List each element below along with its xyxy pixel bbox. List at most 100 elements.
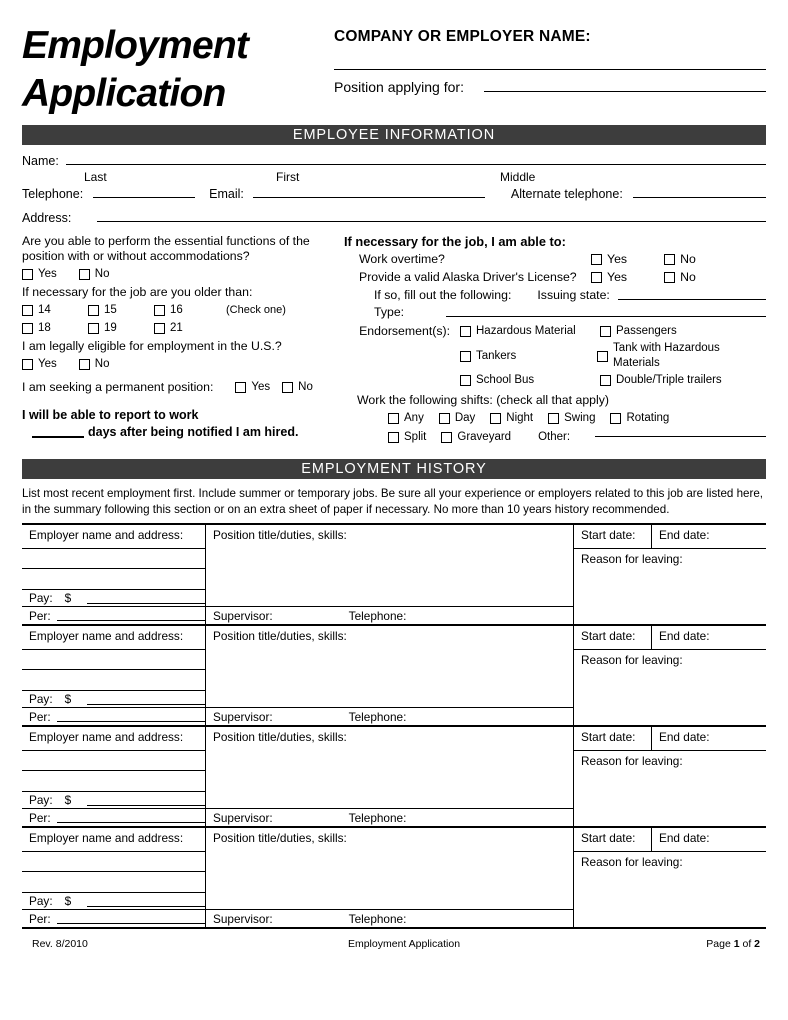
checkbox-shift-rotating[interactable] <box>610 413 622 424</box>
employer-line-1[interactable] <box>22 852 205 873</box>
shift-swing[interactable]: Swing <box>548 411 595 426</box>
start-date-label[interactable]: Start date: <box>574 626 652 649</box>
checkbox-essential-no[interactable] <box>78 269 90 280</box>
endorsement-passengers[interactable]: Passengers <box>600 324 740 339</box>
age-option-18[interactable]: 18 <box>22 321 88 336</box>
end-date-label[interactable]: End date: <box>652 727 766 750</box>
endorsements-row-3: School Bus Double/Triple trailers <box>344 373 766 388</box>
age-option-19[interactable]: 19 <box>88 321 154 336</box>
pay-input-line[interactable] <box>87 592 205 605</box>
checkbox-age-18[interactable] <box>22 323 33 334</box>
employer-label[interactable]: Employer name and address: <box>22 828 205 852</box>
position-area[interactable]: Position title/duties, skills: <box>206 626 573 708</box>
issuing-state-input-line[interactable] <box>617 299 766 300</box>
email-input-line[interactable] <box>252 197 485 198</box>
checkbox-passengers[interactable] <box>600 326 611 337</box>
checkbox-license-no[interactable] <box>664 272 676 283</box>
alternate-telephone-input-line[interactable] <box>632 197 766 198</box>
checkbox-age-16[interactable] <box>154 305 165 316</box>
employer-line-1[interactable] <box>22 650 205 671</box>
employer-label[interactable]: Employer name and address: <box>22 525 205 549</box>
checkbox-eligible-no[interactable] <box>78 359 90 370</box>
checkbox-shift-day[interactable] <box>438 413 450 424</box>
pay-input-line[interactable] <box>87 895 205 908</box>
position-area[interactable]: Position title/duties, skills: <box>206 525 573 607</box>
reason-for-leaving-label[interactable]: Reason for leaving: <box>574 650 766 725</box>
endorsement-school-bus[interactable]: School Bus <box>460 373 600 388</box>
checkbox-hazardous-material[interactable] <box>460 326 471 337</box>
checkbox-tankers[interactable] <box>460 350 471 362</box>
shift-rotating[interactable]: Rotating <box>610 411 669 426</box>
pay-input-line[interactable] <box>87 693 205 706</box>
reason-for-leaving-label[interactable]: Reason for leaving: <box>574 549 766 624</box>
shift-graveyard[interactable]: Graveyard <box>441 430 511 445</box>
company-name-input-line[interactable] <box>334 69 766 70</box>
checkbox-age-15[interactable] <box>88 305 99 316</box>
checkbox-age-21[interactable] <box>154 323 165 334</box>
checkbox-overtime-no[interactable] <box>664 254 676 265</box>
endorsement-tankers[interactable]: Tankers <box>460 349 597 364</box>
shift-night-label: Night <box>506 412 534 424</box>
employer-label[interactable]: Employer name and address: <box>22 626 205 650</box>
per-input-line[interactable] <box>56 914 205 924</box>
checkbox-double-triple-trailers[interactable] <box>600 375 611 386</box>
checkbox-shift-graveyard[interactable] <box>441 432 453 443</box>
position-area[interactable]: Position title/duties, skills: <box>206 727 573 809</box>
telephone-input-line[interactable] <box>93 197 196 198</box>
per-input-line[interactable] <box>56 611 205 621</box>
address-label: Address: <box>22 211 72 225</box>
position-area[interactable]: Position title/duties, skills: <box>206 828 573 910</box>
shift-split-label: Split <box>404 431 427 443</box>
end-date-label[interactable]: End date: <box>652 626 766 649</box>
start-date-label[interactable]: Start date: <box>574 525 652 548</box>
checkbox-overtime-yes[interactable] <box>591 254 602 265</box>
start-date-label[interactable]: Start date: <box>574 828 652 851</box>
checkbox-age-14[interactable] <box>22 305 33 316</box>
shift-split[interactable]: Split <box>388 430 426 445</box>
checkbox-tank-with-hazardous-materials[interactable] <box>597 350 609 362</box>
report-days-input-line[interactable] <box>32 436 84 438</box>
employer-label[interactable]: Employer name and address: <box>22 727 205 751</box>
checkbox-permanent-no[interactable] <box>282 382 294 393</box>
work-overtime-row: Work overtime? Yes No <box>344 252 766 267</box>
employer-line-2[interactable] <box>22 872 205 893</box>
reason-for-leaving-label[interactable]: Reason for leaving: <box>574 751 766 826</box>
shift-day[interactable]: Day <box>438 411 475 426</box>
checkbox-shift-split[interactable] <box>388 432 399 443</box>
per-input-line[interactable] <box>56 712 205 722</box>
checkbox-age-19[interactable] <box>88 323 99 334</box>
employer-line-1[interactable] <box>22 751 205 772</box>
age-option-15[interactable]: 15 <box>88 303 154 318</box>
end-date-label[interactable]: End date: <box>652 525 766 548</box>
employer-line-2[interactable] <box>22 771 205 792</box>
position-applying-input-line[interactable] <box>483 91 766 92</box>
age-option-16[interactable]: 16 <box>154 303 220 318</box>
checkbox-eligible-yes[interactable] <box>22 359 33 370</box>
employer-line-1[interactable] <box>22 549 205 570</box>
checkbox-permanent-yes[interactable] <box>235 382 247 393</box>
shift-night[interactable]: Night <box>490 411 533 426</box>
reason-for-leaving-label[interactable]: Reason for leaving: <box>574 852 766 927</box>
checkbox-license-yes[interactable] <box>591 272 602 283</box>
per-input-line[interactable] <box>56 813 205 823</box>
start-date-label[interactable]: Start date: <box>574 727 652 750</box>
pay-input-line[interactable] <box>87 794 205 807</box>
checkbox-essential-yes[interactable] <box>22 269 33 280</box>
employer-line-2[interactable] <box>22 569 205 590</box>
employer-line-2[interactable] <box>22 670 205 691</box>
shift-any[interactable]: Any <box>388 411 424 426</box>
checkbox-shift-swing[interactable] <box>548 413 560 424</box>
address-input-line[interactable] <box>97 221 766 222</box>
endorsement-tank-hazardous[interactable]: Tank with Hazardous Materials <box>597 341 766 371</box>
age-option-14[interactable]: 14 <box>22 303 88 318</box>
checkbox-shift-night[interactable] <box>490 413 502 424</box>
license-type-input-line[interactable] <box>446 316 766 317</box>
endorsement-hazardous-material[interactable]: Hazardous Material <box>460 324 600 339</box>
name-input-line[interactable] <box>65 164 766 165</box>
age-option-21[interactable]: 21 <box>154 321 220 336</box>
shift-other-input-line[interactable] <box>595 436 766 437</box>
checkbox-shift-any[interactable] <box>388 413 399 424</box>
checkbox-school-bus[interactable] <box>460 375 471 386</box>
endorsement-double-triple-trailers[interactable]: Double/Triple trailers <box>600 373 722 388</box>
end-date-label[interactable]: End date: <box>652 828 766 851</box>
